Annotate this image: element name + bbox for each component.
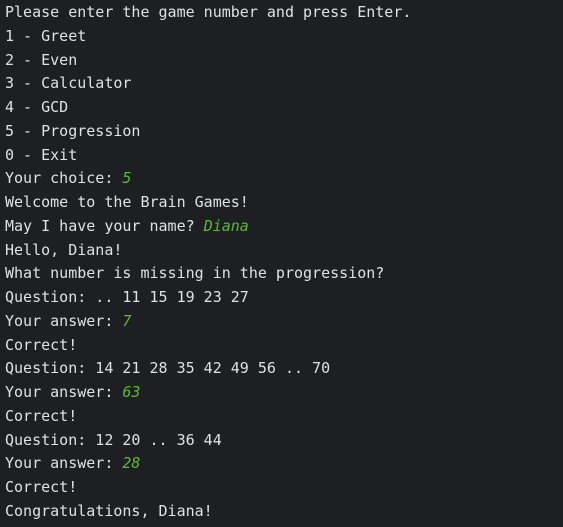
congratulations-line: Congratulations, Diana! <box>5 500 563 524</box>
menu-option-progression: 5 - Progression <box>5 120 563 144</box>
line-text: Your answer: <box>5 383 123 401</box>
menu-option-exit: 0 - Exit <box>5 144 563 168</box>
result-line: Correct! <box>5 405 563 429</box>
question-line: Question: 14 21 28 35 42 49 56 .. 70 <box>5 357 563 381</box>
game-rules-line: What number is missing in the progressio… <box>5 262 563 286</box>
line-text: Question: 14 21 28 35 42 49 56 .. 70 <box>5 359 331 378</box>
user-input-name: Diana <box>203 216 249 235</box>
menu-option-even: 2 - Even <box>5 49 563 73</box>
result-line: Correct! <box>5 334 563 358</box>
greeting-line: Hello, Diana! <box>5 239 563 263</box>
terminal-output[interactable]: Please enter the game number and press E… <box>0 0 563 527</box>
line-text: 3 - Calculator <box>5 74 132 93</box>
answer-line: Your answer: 63 <box>5 381 563 405</box>
line-text: 5 - Progression <box>5 121 141 140</box>
user-input-answer: 28 <box>122 454 141 473</box>
line-text: 2 - Even <box>5 50 78 69</box>
welcome-line: Welcome to the Brain Games! <box>5 191 563 215</box>
user-input-choice: 5 <box>122 169 132 188</box>
line-text: Correct! <box>5 335 78 354</box>
line-text: 4 - GCD <box>5 98 69 116</box>
menu-option-gcd: 4 - GCD <box>5 96 563 120</box>
line-text: Your answer: <box>5 454 123 473</box>
user-input-answer: 7 <box>122 311 132 330</box>
line-text: Question: .. 11 15 19 23 27 <box>5 288 249 306</box>
user-input-answer: 63 <box>122 383 141 401</box>
line-text: Correct! <box>5 478 78 496</box>
choice-line: Your choice: 5 <box>5 167 563 191</box>
result-line: Correct! <box>5 476 563 500</box>
line-text: Correct! <box>5 406 78 425</box>
line-text: May I have your name? <box>5 216 204 235</box>
line-text: Welcome to the Brain Games! <box>5 193 249 211</box>
line-text: Your choice: <box>5 169 123 188</box>
line-text: Your answer: <box>5 311 123 330</box>
menu-option-calculator: 3 - Calculator <box>5 72 563 96</box>
line-text: Congratulations, Diana! <box>5 501 213 520</box>
question-line: Question: .. 11 15 19 23 27 <box>5 286 563 310</box>
answer-line: Your answer: 7 <box>5 310 563 334</box>
line-text: 1 - Greet <box>5 26 87 45</box>
answer-line: Your answer: 28 <box>5 452 563 476</box>
menu-prompt-line: Please enter the game number and press E… <box>5 1 563 25</box>
question-line: Question: 12 20 .. 36 44 <box>5 429 563 453</box>
name-prompt-line: May I have your name? Diana <box>5 215 563 239</box>
line-text: 0 - Exit <box>5 145 78 164</box>
menu-option-greet: 1 - Greet <box>5 25 563 49</box>
line-text: Question: 12 20 .. 36 44 <box>5 430 222 449</box>
line-text: What number is missing in the progressio… <box>5 264 385 283</box>
line-text: Please enter the game number and press E… <box>5 3 412 21</box>
line-text: Hello, Diana! <box>5 240 123 259</box>
